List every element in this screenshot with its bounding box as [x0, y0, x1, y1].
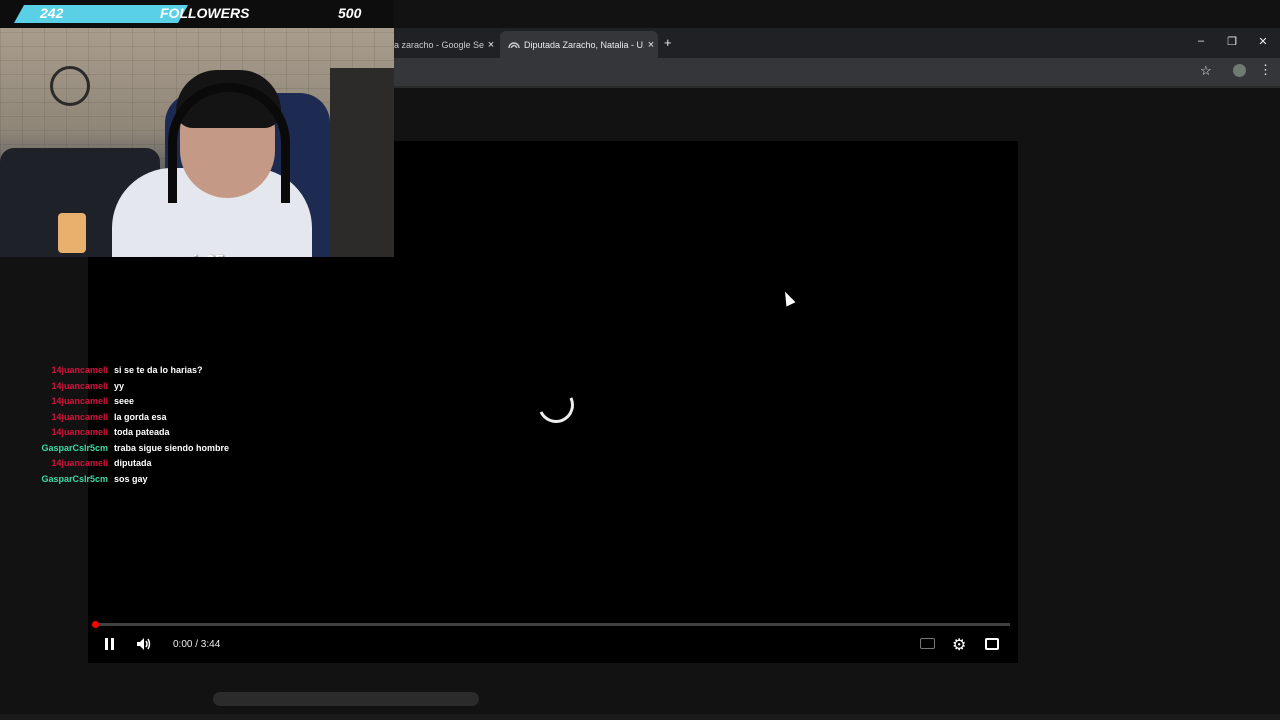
- headset: [168, 83, 290, 203]
- chat-message-text: diputada: [114, 458, 152, 468]
- chat-message-text: toda pateada: [114, 427, 170, 437]
- kebab-menu-icon[interactable]: ⋮: [1259, 62, 1272, 78]
- theater-mode-icon[interactable]: [985, 638, 999, 650]
- tab-close-icon[interactable]: ×: [644, 39, 658, 51]
- chat-username: 14juancameli: [51, 458, 108, 468]
- horizontal-scrollbar[interactable]: [213, 692, 479, 706]
- chat-message: GasparCslr5cm traba sigue siendo hombre: [0, 443, 300, 458]
- chat-message: 14juancameli yy: [0, 381, 300, 396]
- close-window-button[interactable]: ✕: [1253, 35, 1273, 48]
- webcam-name-overlay: sampie05: [150, 253, 223, 257]
- webcam-cabinet: [330, 68, 394, 257]
- tab-youtube-video[interactable]: Diputada Zaracho, Natalia - U... ×: [500, 31, 658, 58]
- maximize-button[interactable]: ❐: [1222, 35, 1242, 48]
- extension-icon[interactable]: [1233, 64, 1246, 77]
- progress-scrubber-handle[interactable]: [92, 621, 99, 628]
- star-icon[interactable]: ☆: [1200, 63, 1212, 79]
- volume-icon[interactable]: [136, 637, 152, 651]
- captions-icon[interactable]: [920, 638, 935, 649]
- wall-fan: [50, 66, 90, 106]
- loading-globe-icon: [508, 41, 520, 48]
- chat-username: 14juancameli: [51, 380, 108, 391]
- chat-message: 14juancameli si se te da lo harias?: [0, 365, 300, 380]
- follower-goal-label: FOLLOWERS: [160, 5, 250, 21]
- tab-title: a zaracho - Google Sea: [394, 39, 484, 50]
- chat-message: GasparCslr5cm sos gay: [0, 474, 300, 489]
- bottom-edge: [0, 714, 1280, 720]
- chat-message: 14juancameli diputada: [0, 458, 300, 473]
- chat-message: 14juancameli seee: [0, 396, 300, 411]
- chat-username: 14juancameli: [51, 427, 108, 437]
- chat-username: 14juancameli: [51, 396, 108, 406]
- chat-message-text: yy: [114, 380, 125, 391]
- chat-username: 14juancameli: [51, 365, 108, 375]
- chat-message-text: traba sigue siendo hombre: [114, 442, 230, 453]
- video-progress-bar[interactable]: [96, 623, 1010, 626]
- pause-icon[interactable]: [104, 638, 115, 650]
- webcam-overlay: sampie05: [0, 28, 394, 257]
- tab-close-icon[interactable]: ×: [484, 39, 498, 51]
- chat-username: GasparCslr5cm: [41, 473, 108, 484]
- chat-message-text: seee: [114, 396, 135, 406]
- tab-title: Diputada Zaracho, Natalia - U...: [524, 39, 644, 50]
- new-tab-button[interactable]: +: [664, 35, 672, 50]
- webcam-lamp: [58, 213, 86, 253]
- minimize-button[interactable]: –: [1191, 35, 1211, 47]
- chat-message-text: si se te da lo harias?: [114, 365, 203, 375]
- follower-goal-bar: 242 FOLLOWERS 500: [0, 0, 394, 28]
- tab-google-search[interactable]: a zaracho - Google Sea ×: [394, 31, 498, 58]
- gear-icon[interactable]: ⚙: [952, 635, 966, 655]
- chat-message: 14juancameli toda pateada: [0, 427, 300, 442]
- chat-message: 14juancameli la gorda esa: [0, 412, 300, 427]
- chat-message-text: sos gay: [114, 473, 148, 484]
- browser-toolbar: [394, 58, 1280, 86]
- chat-username: 14juancameli: [51, 411, 108, 422]
- follower-goal-target: 500: [338, 5, 362, 21]
- toolbar-divider: [394, 86, 1280, 88]
- chat-username: GasparCslr5cm: [41, 442, 108, 453]
- chat-message-text: la gorda esa: [114, 411, 167, 422]
- video-time-display: 0:00 / 3:44: [173, 639, 221, 650]
- follower-goal-current: 242: [40, 5, 64, 21]
